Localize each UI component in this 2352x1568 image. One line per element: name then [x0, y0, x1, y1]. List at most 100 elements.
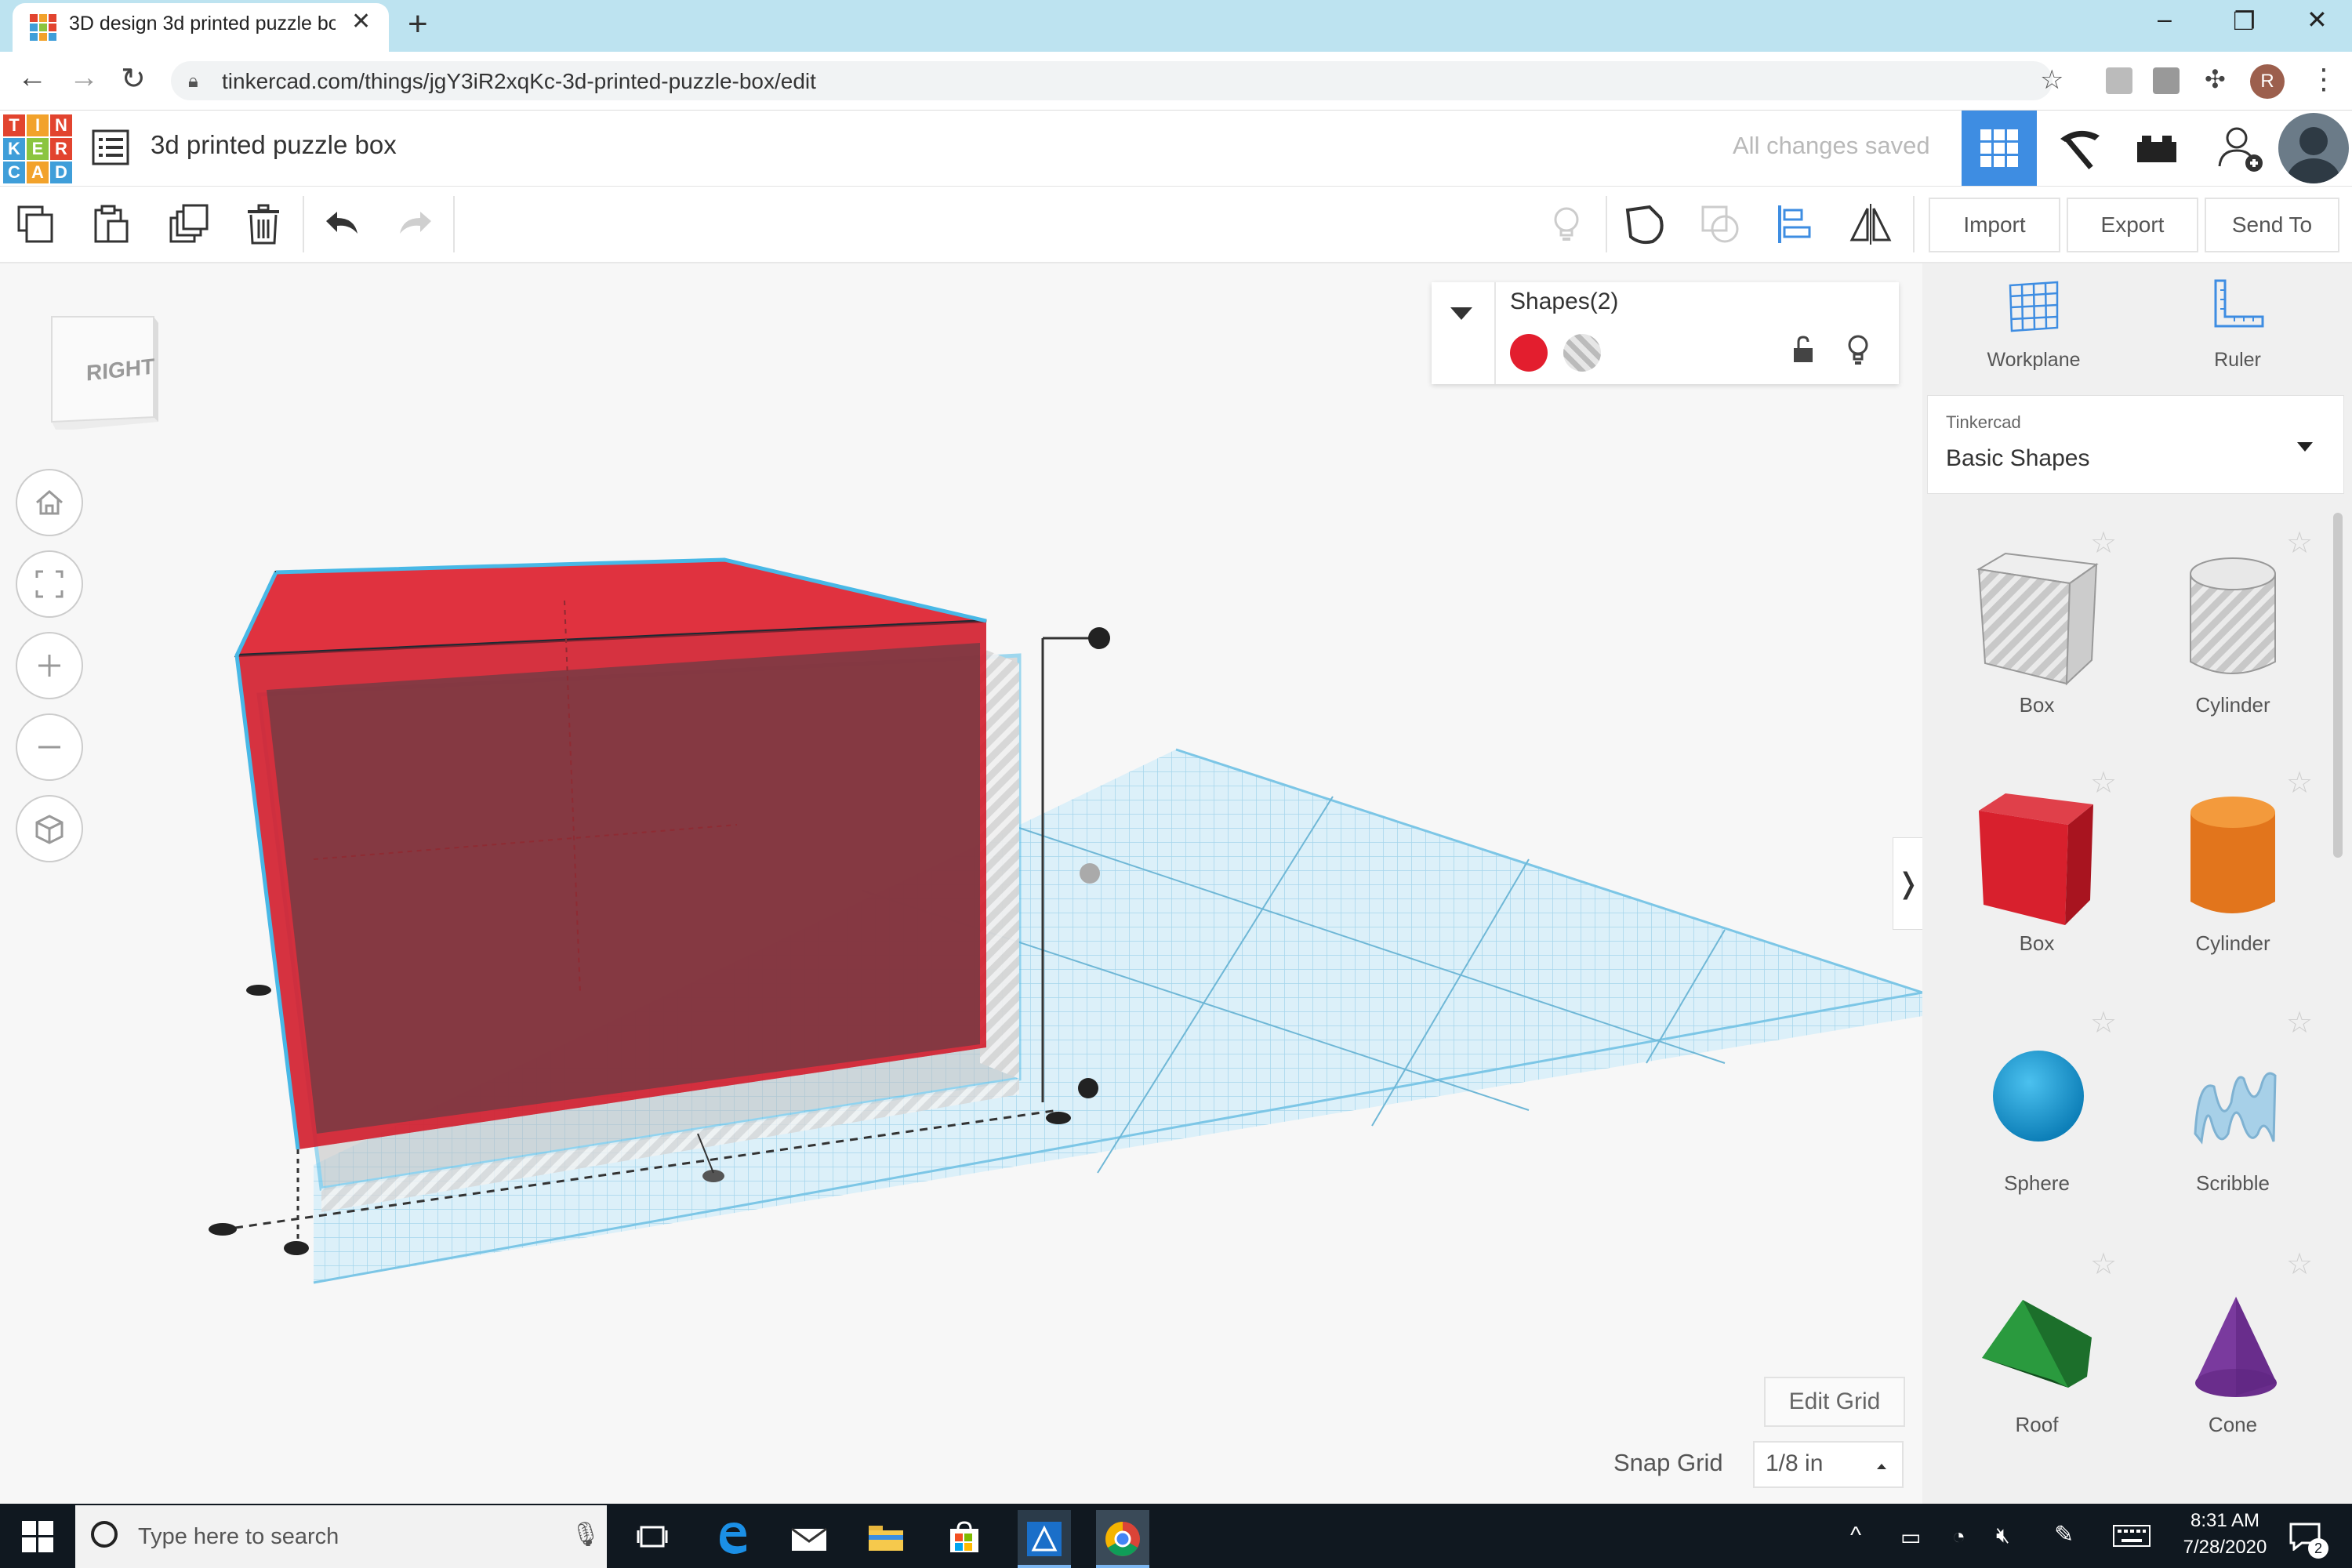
- solid-color-swatch[interactable]: [1510, 334, 1548, 372]
- invite-user-button[interactable]: [2203, 111, 2278, 186]
- tab-close-icon[interactable]: ✕: [351, 8, 371, 35]
- group-button[interactable]: [1617, 196, 1673, 252]
- show-hidden-icons-icon[interactable]: ^: [1850, 1523, 1861, 1549]
- workplane-scene[interactable]: [0, 263, 1922, 1504]
- microphone-icon[interactable]: 🎙︎: [571, 1521, 601, 1548]
- extension-icon-2[interactable]: [2153, 67, 2180, 94]
- design-title[interactable]: 3d printed puzzle box: [151, 130, 397, 160]
- library-name[interactable]: Basic Shapes: [1946, 445, 2089, 472]
- blocks-pickaxe-button[interactable]: [2042, 111, 2117, 186]
- shape-tile-cylinder[interactable]: [2184, 790, 2286, 927]
- bookmark-star-icon[interactable]: ☆: [2040, 64, 2063, 96]
- reload-icon[interactable]: ↻: [121, 61, 146, 96]
- ungroup-button[interactable]: [1692, 196, 1748, 252]
- cortana-icon[interactable]: [91, 1521, 118, 1548]
- extension-icon[interactable]: [2106, 67, 2132, 94]
- shape-tile-cylinder-hole[interactable]: [2184, 552, 2286, 689]
- zoom-in-button[interactable]: [16, 632, 83, 699]
- snap-grid-value[interactable]: 1/8 in: [1766, 1450, 1823, 1477]
- avatar-silhouette-icon: [2287, 127, 2340, 183]
- snap-grid-caret-icon[interactable]: [1875, 1460, 1888, 1474]
- inspector-collapse-icon[interactable]: [1447, 304, 1475, 327]
- favorite-star-icon[interactable]: ☆: [2286, 765, 2313, 800]
- import-button[interactable]: Import: [1929, 198, 2060, 252]
- paste-button[interactable]: [83, 196, 140, 252]
- back-icon[interactable]: ←: [17, 61, 47, 95]
- align-button[interactable]: [1767, 196, 1824, 252]
- volume-muted-icon[interactable]: 🔇︎: [1996, 1523, 2010, 1548]
- hole-swatch[interactable]: [1563, 334, 1601, 372]
- shape-tile-sphere[interactable]: [1990, 1047, 2087, 1149]
- forward-icon[interactable]: →: [69, 61, 99, 95]
- favorite-star-icon[interactable]: ☆: [2286, 1247, 2313, 1282]
- edit-grid-button[interactable]: Edit Grid: [1764, 1377, 1905, 1427]
- export-button[interactable]: Export: [2067, 198, 2198, 252]
- workplane-tool[interactable]: Workplane: [1971, 276, 2096, 372]
- view-cube[interactable]: RIGHT: [47, 312, 165, 434]
- shape-library-dropdown[interactable]: [1927, 395, 2344, 494]
- shape-tile-box-hole[interactable]: [1974, 546, 2100, 691]
- shape-label: Cylinder: [2195, 693, 2270, 717]
- taskbar-clock-time[interactable]: 8:31 AM: [2178, 1510, 2272, 1532]
- undo-button[interactable]: [314, 196, 370, 252]
- ruler-tool[interactable]: Ruler: [2175, 276, 2300, 372]
- wifi-icon[interactable]: ◔: [1952, 1524, 1965, 1549]
- zoom-out-button[interactable]: [16, 713, 83, 781]
- hide-lightbulb-icon[interactable]: [1844, 332, 1872, 371]
- red-box-shape[interactable]: [234, 557, 987, 1150]
- favorite-star-icon[interactable]: ☆: [2090, 1005, 2117, 1040]
- 3d-workspace[interactable]: [0, 263, 1922, 1504]
- mirror-button[interactable]: [1842, 196, 1899, 252]
- task-view-icon[interactable]: [629, 1513, 676, 1560]
- add-user-icon: [2218, 127, 2263, 172]
- copy-button[interactable]: [8, 196, 64, 252]
- unlock-icon[interactable]: [1789, 334, 1817, 369]
- pen-icon[interactable]: ✎: [2054, 1521, 2074, 1548]
- mail-icon[interactable]: [786, 1513, 833, 1560]
- panel-expand-toggle[interactable]: ❭: [1893, 837, 1924, 930]
- url-text[interactable]: tinkercad.com/things/jgY3iR2xqKc-3d-prin…: [222, 69, 816, 94]
- new-tab-icon[interactable]: +: [408, 5, 428, 44]
- file-explorer-icon[interactable]: [862, 1513, 909, 1560]
- store-icon[interactable]: [941, 1513, 988, 1560]
- home-view-button[interactable]: [16, 469, 83, 536]
- taskbar-clock-date[interactable]: 7/28/2020: [2178, 1537, 2272, 1559]
- affinity-designer-icon[interactable]: [1018, 1510, 1071, 1568]
- window-close-icon[interactable]: ✕: [2307, 5, 2328, 34]
- keyboard-icon[interactable]: [2112, 1524, 2151, 1552]
- chrome-icon[interactable]: [1096, 1510, 1149, 1568]
- edge-browser-icon[interactable]: [709, 1513, 756, 1560]
- shape-tile-scribble[interactable]: [2187, 1055, 2285, 1156]
- minimize-icon[interactable]: –: [2158, 5, 2172, 34]
- design-list-icon[interactable]: [91, 128, 130, 167]
- perspective-button[interactable]: [16, 795, 83, 862]
- favorite-star-icon[interactable]: ☆: [2090, 765, 2117, 800]
- battery-icon[interactable]: ▭: [1900, 1524, 1921, 1550]
- shape-tile-roof[interactable]: [1977, 1292, 2095, 1398]
- shape-tile-cone[interactable]: [2189, 1290, 2283, 1404]
- windows-start-icon[interactable]: [22, 1521, 53, 1556]
- favorite-star-icon[interactable]: ☆: [2090, 1247, 2117, 1282]
- user-avatar[interactable]: [2278, 113, 2349, 183]
- tinkercad-logo[interactable]: TIN KER CAD: [3, 114, 72, 183]
- browser-menu-icon[interactable]: ⋮: [2310, 63, 2338, 96]
- shapes-panel-scrollbar[interactable]: [2333, 513, 2343, 858]
- fit-view-button[interactable]: [16, 550, 83, 618]
- delete-button[interactable]: [235, 196, 292, 252]
- redo-button[interactable]: [387, 196, 444, 252]
- favorite-star-icon[interactable]: ☆: [2090, 525, 2117, 561]
- taskbar-search-placeholder[interactable]: Type here to search: [138, 1524, 339, 1550]
- send-to-button[interactable]: Send To: [2205, 198, 2339, 252]
- bricks-button[interactable]: [2118, 111, 2194, 186]
- duplicate-button[interactable]: [160, 196, 216, 252]
- note-lightbulb-button[interactable]: [1538, 196, 1595, 252]
- extensions-puzzle-icon[interactable]: ✣: [2205, 64, 2226, 94]
- favorite-star-icon[interactable]: ☆: [2286, 1005, 2313, 1040]
- restore-icon[interactable]: ❐: [2233, 6, 2256, 36]
- favorite-star-icon[interactable]: ☆: [2286, 525, 2313, 561]
- 3d-view-button[interactable]: [1962, 111, 2037, 186]
- shape-label: Scribble: [2196, 1171, 2270, 1195]
- shape-tile-box[interactable]: [1974, 787, 2100, 932]
- profile-avatar[interactable]: R: [2250, 64, 2285, 99]
- library-dropdown-caret-icon[interactable]: [2296, 441, 2314, 457]
